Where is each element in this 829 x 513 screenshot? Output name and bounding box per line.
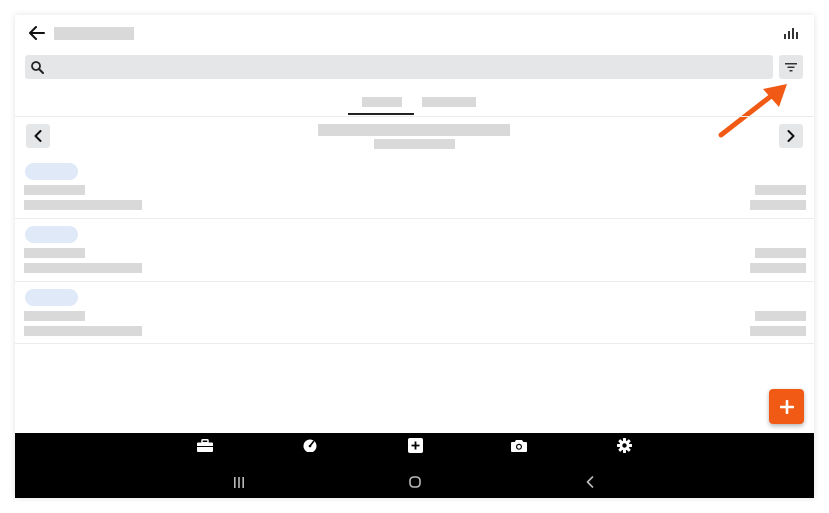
status-badge <box>25 163 78 180</box>
divider <box>15 281 814 282</box>
back-icon[interactable] <box>582 475 598 489</box>
status-badge <box>25 226 78 243</box>
item-value <box>755 248 806 258</box>
tab-2[interactable] <box>422 97 476 107</box>
back-arrow-icon[interactable] <box>27 24 47 42</box>
briefcase-icon[interactable] <box>195 437 215 453</box>
search-icon <box>30 60 44 74</box>
list-item[interactable] <box>15 223 814 281</box>
divider <box>15 116 814 117</box>
recents-icon[interactable] <box>231 475 247 489</box>
add-square-icon[interactable] <box>405 437 425 453</box>
bottom-navigation <box>15 433 814 498</box>
item-title <box>24 311 85 321</box>
previous-button[interactable] <box>26 124 50 148</box>
page-title <box>54 27 134 40</box>
gear-icon[interactable] <box>614 437 634 453</box>
plus-icon <box>769 389 804 424</box>
annotation-arrow-icon <box>718 84 787 138</box>
item-title <box>24 248 85 258</box>
gauge-icon[interactable] <box>300 437 320 453</box>
divider <box>15 218 814 219</box>
tab-1[interactable] <box>362 97 402 107</box>
item-date <box>750 263 806 273</box>
item-value <box>755 185 806 195</box>
app-window <box>15 15 814 498</box>
bar-chart-icon[interactable] <box>783 25 799 41</box>
filter-icon <box>784 60 798 74</box>
home-icon[interactable] <box>407 475 423 489</box>
camera-icon[interactable] <box>509 437 529 453</box>
period-title <box>318 124 510 136</box>
divider <box>15 343 814 344</box>
item-title <box>24 185 85 195</box>
list-item[interactable] <box>15 160 814 218</box>
item-date <box>750 326 806 336</box>
chevron-right-icon <box>779 124 803 148</box>
add-fab-button[interactable] <box>769 389 804 424</box>
item-subtitle <box>24 326 142 336</box>
item-subtitle <box>24 263 142 273</box>
status-badge <box>25 289 78 306</box>
filter-button[interactable] <box>779 55 803 79</box>
period-subtitle <box>374 139 455 149</box>
search-input[interactable] <box>25 55 773 79</box>
item-subtitle <box>24 200 142 210</box>
next-button[interactable] <box>779 124 803 148</box>
item-value <box>755 311 806 321</box>
chevron-left-icon <box>26 124 50 148</box>
tab-active-indicator <box>348 113 414 115</box>
item-date <box>750 200 806 210</box>
list-item[interactable] <box>15 286 814 344</box>
